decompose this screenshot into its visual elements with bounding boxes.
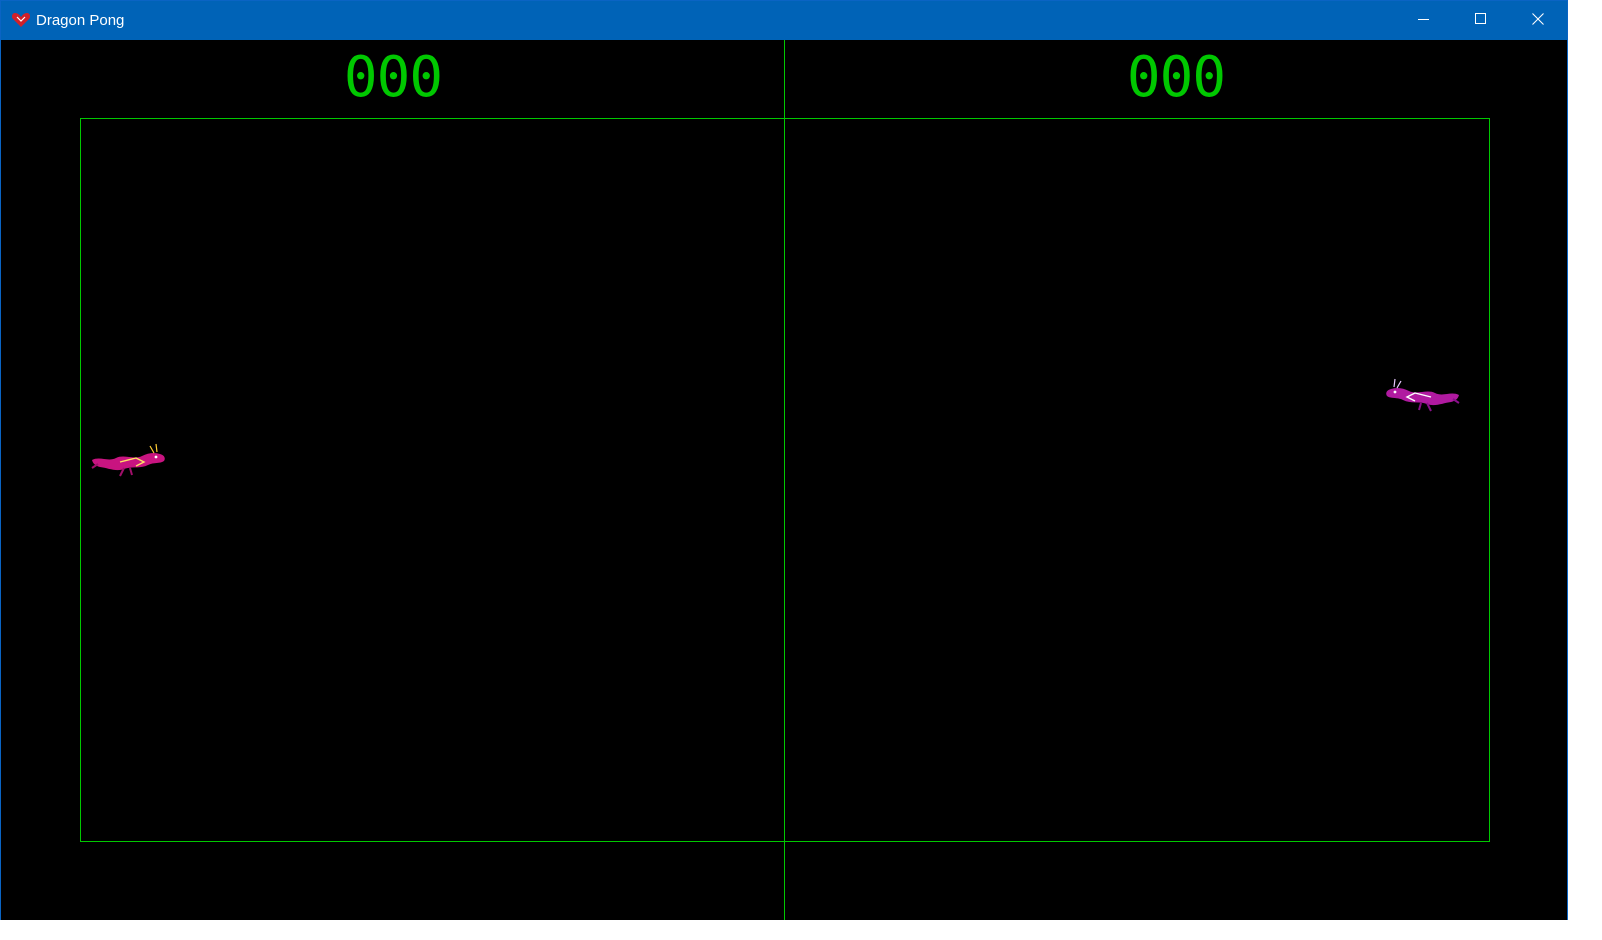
dragon-app-icon [11,11,31,29]
game-canvas[interactable]: 000 000 [1,40,1567,920]
playing-field-border [80,118,1490,842]
close-button[interactable] [1509,1,1566,40]
left-dragon-paddle [90,438,170,485]
title-bar[interactable]: Dragon Pong [1,1,1567,40]
right-dragon-paddle [1381,373,1461,420]
right-player-score: 000 [1126,45,1226,110]
minimize-button[interactable] [1395,1,1452,40]
close-icon [1531,12,1544,30]
game-window: Dragon Pong 000 000 [0,0,1568,920]
maximize-icon [1474,12,1487,30]
minimize-icon [1417,12,1430,30]
left-player-score: 000 [343,45,443,110]
window-title: Dragon Pong [36,12,125,29]
maximize-button[interactable] [1452,1,1509,40]
